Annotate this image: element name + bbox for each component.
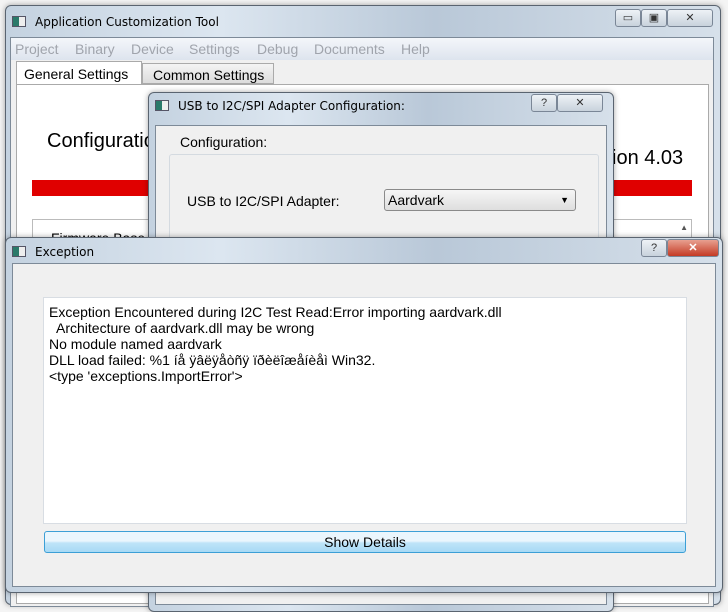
dialog-title: Exception bbox=[35, 245, 95, 259]
help-button[interactable]: ? bbox=[531, 94, 557, 112]
message-line: Exception Encountered during I2C Test Re… bbox=[49, 304, 502, 320]
menu-bar: Project Binary Device Settings Debug Doc… bbox=[11, 38, 713, 60]
dialog-title: USB to I2C/SPI Adapter Configuration: bbox=[178, 99, 405, 113]
message-line: DLL load failed: %1 íå ÿâëÿåòñÿ ïðèëîæåí… bbox=[49, 352, 376, 368]
menu-help[interactable]: Help bbox=[401, 41, 430, 57]
heading-right: ion 4.03 bbox=[612, 147, 684, 169]
dialog-icon bbox=[155, 100, 169, 111]
app-icon bbox=[12, 16, 26, 27]
close-button[interactable]: ✕ bbox=[667, 9, 713, 27]
adapter-value: Aardvark bbox=[388, 192, 445, 208]
message-textarea[interactable]: Exception Encountered during I2C Test Re… bbox=[43, 297, 687, 524]
menu-documents[interactable]: Documents bbox=[314, 41, 385, 57]
scroll-up-icon[interactable]: ▲ bbox=[680, 223, 688, 232]
show-details-button[interactable]: Show Details bbox=[44, 531, 686, 553]
exception-client: Exception Encountered during I2C Test Re… bbox=[12, 263, 716, 587]
minimize-button[interactable]: ▭ bbox=[615, 9, 641, 27]
exception-dialog: Exception ? ✕ Exception Encountered duri… bbox=[5, 237, 723, 593]
close-button[interactable]: ✕ bbox=[557, 94, 603, 112]
adapter-label: USB to I2C/SPI Adapter: bbox=[187, 193, 340, 209]
menu-settings[interactable]: Settings bbox=[189, 41, 240, 57]
chevron-down-icon: ▼ bbox=[560, 195, 569, 205]
message-line: No module named aardvark bbox=[49, 336, 222, 352]
help-button[interactable]: ? bbox=[641, 239, 667, 257]
menu-debug[interactable]: Debug bbox=[257, 41, 298, 57]
dialog-icon bbox=[12, 246, 26, 257]
window-title: Application Customization Tool bbox=[35, 15, 219, 29]
adapter-select[interactable]: Aardvark ▼ bbox=[384, 189, 576, 211]
message-line: Architecture of aardvark.dll may be wron… bbox=[49, 320, 315, 336]
tab-common-settings[interactable]: Common Settings bbox=[142, 63, 274, 84]
group-label: Configuration: bbox=[178, 134, 270, 150]
heading-left: Configuratio bbox=[47, 130, 155, 152]
menu-binary[interactable]: Binary bbox=[75, 41, 115, 57]
tab-general-settings[interactable]: General Settings bbox=[16, 61, 142, 85]
close-button[interactable]: ✕ bbox=[667, 239, 719, 257]
menu-device[interactable]: Device bbox=[131, 41, 174, 57]
maximize-button[interactable]: ▣ bbox=[641, 9, 667, 27]
message-line: <type 'exceptions.ImportError'> bbox=[49, 368, 243, 384]
menu-project[interactable]: Project bbox=[15, 41, 59, 57]
